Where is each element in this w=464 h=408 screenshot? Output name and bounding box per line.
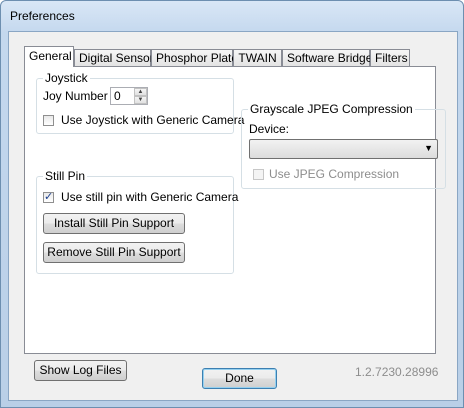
tab-phosphor-plate[interactable]: Phosphor Plate	[151, 49, 238, 66]
joy-number-stepper[interactable]: 0 ▲ ▼	[110, 87, 148, 105]
version-label: 1.2.7230.28996	[355, 365, 439, 379]
joy-number-value: 0	[114, 89, 121, 103]
still-pin-group-title: Still Pin	[43, 169, 88, 183]
use-still-pin-generic-label: Use still pin with Generic Camera	[61, 190, 239, 204]
tab-label: Digital Sensor	[79, 51, 154, 65]
stepper-up-arrow-icon[interactable]: ▲	[134, 88, 147, 96]
use-jpeg-compression-checkbox[interactable]	[253, 169, 264, 180]
dialog-client-area: General Digital Sensor Phosphor Plate TW…	[8, 31, 458, 401]
show-log-files-button[interactable]: Show Log Files	[34, 360, 127, 381]
still-pin-group: Still Pin Use still pin with Generic Cam…	[36, 169, 238, 274]
tab-general[interactable]: General	[24, 46, 74, 67]
jpeg-compression-group: Grayscale JPEG Compression Device: ▼ Use…	[241, 102, 446, 189]
install-still-pin-button[interactable]: Install Still Pin Support	[43, 213, 185, 234]
tab-filters[interactable]: Filters	[370, 49, 410, 66]
remove-still-pin-button[interactable]: Remove Still Pin Support	[43, 242, 185, 263]
stepper-down-arrow-icon[interactable]: ▼	[134, 96, 147, 104]
general-tab-panel: Joystick Joy Number 0 ▲ ▼ Use Joystick w…	[24, 66, 446, 381]
tab-label: General	[29, 49, 72, 63]
device-label: Device:	[249, 122, 290, 136]
window-title: Preferences	[10, 9, 75, 23]
use-jpeg-compression-label: Use JPEG Compression	[269, 167, 400, 181]
use-joystick-generic-label: Use Joystick with Generic Camera	[61, 113, 245, 127]
tab-label: Software Bridge	[287, 51, 373, 65]
joystick-group-title: Joystick	[43, 71, 90, 85]
device-dropdown[interactable]: ▼	[249, 139, 438, 159]
tab-label: Filters	[375, 51, 408, 65]
tab-twain[interactable]: TWAIN	[233, 49, 282, 66]
use-still-pin-generic-checkbox[interactable]	[43, 190, 54, 203]
tab-digital-sensor[interactable]: Digital Sensor	[74, 49, 154, 66]
stepper-buttons: ▲ ▼	[134, 88, 147, 104]
use-joystick-generic-checkbox[interactable]	[43, 115, 54, 126]
done-button[interactable]: Done	[202, 368, 277, 389]
dropdown-arrow-icon: ▼	[424, 143, 433, 153]
tab-software-bridge[interactable]: Software Bridge	[282, 49, 373, 66]
preferences-window: Preferences General Digital Sensor Phosp…	[0, 0, 464, 408]
joystick-group: Joystick Joy Number 0 ▲ ▼ Use Joystick w…	[36, 71, 244, 134]
tab-label: TWAIN	[238, 51, 277, 65]
tab-label: Phosphor Plate	[156, 51, 239, 65]
jpeg-compression-group-title: Grayscale JPEG Compression	[248, 102, 415, 116]
joy-number-label: Joy Number	[43, 89, 108, 103]
